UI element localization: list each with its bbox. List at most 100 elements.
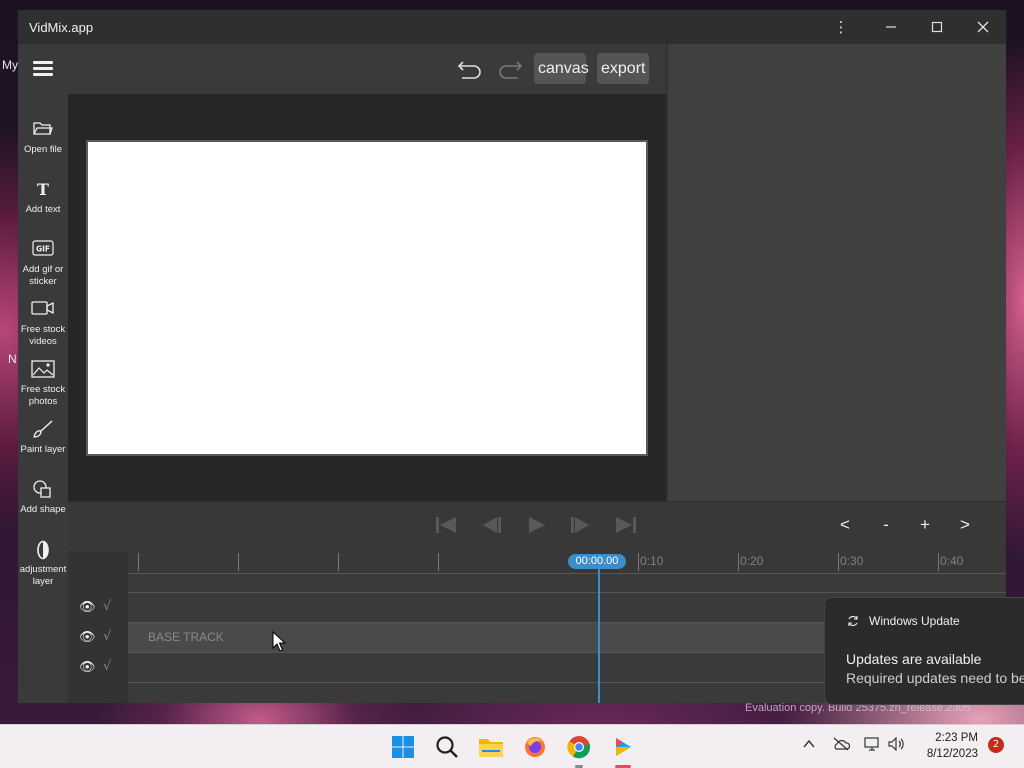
vidmix-app-icon xyxy=(616,738,631,756)
mouse-cursor-icon xyxy=(272,631,286,652)
sidebar-item-add-gif[interactable]: GIF Add gif or sticker xyxy=(18,240,68,288)
close-icon xyxy=(977,21,989,33)
sidebar-item-label: Add text xyxy=(25,204,61,215)
maximize-button[interactable] xyxy=(914,10,960,44)
toast-app-name: Windows Update xyxy=(869,614,960,628)
sidebar-item-add-text[interactable]: T Add text xyxy=(18,180,68,216)
sidebar-item-label: adjustment layer xyxy=(19,564,67,587)
track-controls: 👁 √ xyxy=(68,652,128,682)
toast-title: Updates are available xyxy=(846,651,982,667)
clock-time: 2:23 PM xyxy=(935,732,978,744)
shape-icon xyxy=(18,480,68,500)
track-controls-column: 👁 √ 👁 √ 👁 √ xyxy=(68,551,128,703)
search-icon xyxy=(436,736,458,758)
taskbar: 2:23 PM 8/12/2023 xyxy=(0,724,1024,768)
skip-to-start-icon[interactable] xyxy=(434,515,458,540)
timeline-ruler[interactable]: 0:10 0:20 0:30 0:40 xyxy=(128,551,1006,573)
canvas-button[interactable]: canvas xyxy=(534,53,589,84)
curve-icon[interactable]: √ xyxy=(103,599,111,614)
export-button[interactable]: export xyxy=(597,53,649,84)
scroll-left-button[interactable]: < xyxy=(835,513,855,537)
curve-icon[interactable]: √ xyxy=(103,659,111,674)
zoom-out-button[interactable]: - xyxy=(876,513,896,537)
window-title: VidMix.app xyxy=(29,20,94,35)
playhead-line[interactable] xyxy=(598,561,600,703)
sidebar-item-stock-photos[interactable]: Free stock photos xyxy=(18,360,68,408)
play-icon[interactable] xyxy=(525,515,549,540)
notification-toast[interactable]: Windows Update Updates are available Req… xyxy=(824,597,1024,705)
sidebar-item-label: Add gif or sticker xyxy=(22,264,64,287)
step-back-icon[interactable] xyxy=(479,515,503,540)
desktop-icon-label: My xyxy=(2,58,18,72)
eye-icon[interactable]: 👁 xyxy=(79,630,96,645)
firefox-button[interactable] xyxy=(521,733,549,761)
base-track-label: BASE TRACK xyxy=(148,630,224,644)
volume-icon[interactable] xyxy=(888,736,906,755)
ruler-tick-label: 0:20 xyxy=(740,554,764,568)
close-button[interactable] xyxy=(960,10,1006,44)
sidebar-item-label: Free stock videos xyxy=(20,324,66,347)
eye-icon[interactable]: 👁 xyxy=(79,600,96,615)
zoom-in-button[interactable]: + xyxy=(915,513,935,537)
notification-count-badge[interactable]: 2 xyxy=(988,737,1004,753)
vidmix-taskbar-button[interactable] xyxy=(609,733,637,761)
sidebar-item-label: Open file xyxy=(23,144,63,155)
minimize-icon xyxy=(886,26,896,28)
menu-icon[interactable] xyxy=(33,61,53,77)
preview-stage xyxy=(68,94,666,501)
brush-icon xyxy=(18,420,68,440)
sidebar-item-label: Add shape xyxy=(20,504,66,515)
playhead-time[interactable]: 00:00.00 xyxy=(568,554,626,569)
refresh-icon xyxy=(848,616,858,626)
track-controls: 👁 √ xyxy=(68,622,128,652)
playback-controls: < - + > xyxy=(68,501,1006,551)
title-bar: VidMix.app ⋮ xyxy=(18,10,1006,44)
curve-icon[interactable]: √ xyxy=(103,629,111,644)
firefox-icon xyxy=(525,737,545,757)
file-explorer-button[interactable] xyxy=(477,733,505,761)
folder-open-icon xyxy=(18,120,68,140)
network-icon[interactable] xyxy=(864,737,882,755)
windows-logo-icon xyxy=(392,736,414,758)
start-button[interactable] xyxy=(389,733,417,761)
image-icon xyxy=(18,360,68,380)
text-icon: T xyxy=(37,180,49,199)
ruler-tick-label: 0:30 xyxy=(840,554,864,568)
minimize-button[interactable] xyxy=(868,10,914,44)
system-clock[interactable]: 2:23 PM 8/12/2023 xyxy=(914,730,978,762)
scroll-right-button[interactable]: > xyxy=(955,513,975,537)
skip-to-end-icon[interactable] xyxy=(614,515,638,540)
toast-header: Windows Update xyxy=(847,614,960,628)
sidebar-item-open-file[interactable]: Open file xyxy=(18,120,68,156)
track-row[interactable] xyxy=(128,573,1006,592)
ruler-tick-label: 0:40 xyxy=(940,554,964,568)
onedrive-icon[interactable] xyxy=(832,737,851,755)
undo-icon[interactable] xyxy=(455,56,485,82)
sidebar-item-adjustment-layer[interactable]: adjustment layer xyxy=(18,540,68,588)
search-button[interactable] xyxy=(433,733,461,761)
svg-text:GIF: GIF xyxy=(36,245,50,254)
properties-panel xyxy=(666,44,1006,501)
sidebar-item-stock-videos[interactable]: Free stock videos xyxy=(18,300,68,348)
tools-sidebar: Open file T Add text GIF Add gif or stic… xyxy=(18,104,68,703)
ruler-tick-label: 0:10 xyxy=(640,554,664,568)
video-canvas[interactable] xyxy=(86,140,648,456)
eye-icon[interactable]: 👁 xyxy=(79,660,96,675)
chrome-button[interactable] xyxy=(565,733,593,761)
sidebar-item-label: Free stock photos xyxy=(20,384,66,407)
clock-date: 8/12/2023 xyxy=(926,748,978,760)
chrome-icon xyxy=(567,736,591,759)
chevron-up-icon[interactable] xyxy=(802,737,816,755)
sidebar-item-add-shape[interactable]: Add shape xyxy=(18,480,68,516)
track-controls: 👁 √ xyxy=(68,592,128,622)
maximize-icon xyxy=(931,21,943,33)
step-forward-icon[interactable] xyxy=(569,515,593,540)
folder-icon xyxy=(479,739,503,757)
more-options-icon[interactable]: ⋮ xyxy=(818,10,864,44)
desktop-icon-label: N xyxy=(8,352,17,366)
redo-icon[interactable] xyxy=(495,56,525,82)
toast-body: Required updates need to be xyxy=(846,670,1024,686)
sidebar-item-paint-layer[interactable]: Paint layer xyxy=(18,420,68,456)
video-camera-icon xyxy=(18,300,68,320)
adjustment-icon xyxy=(18,540,68,560)
